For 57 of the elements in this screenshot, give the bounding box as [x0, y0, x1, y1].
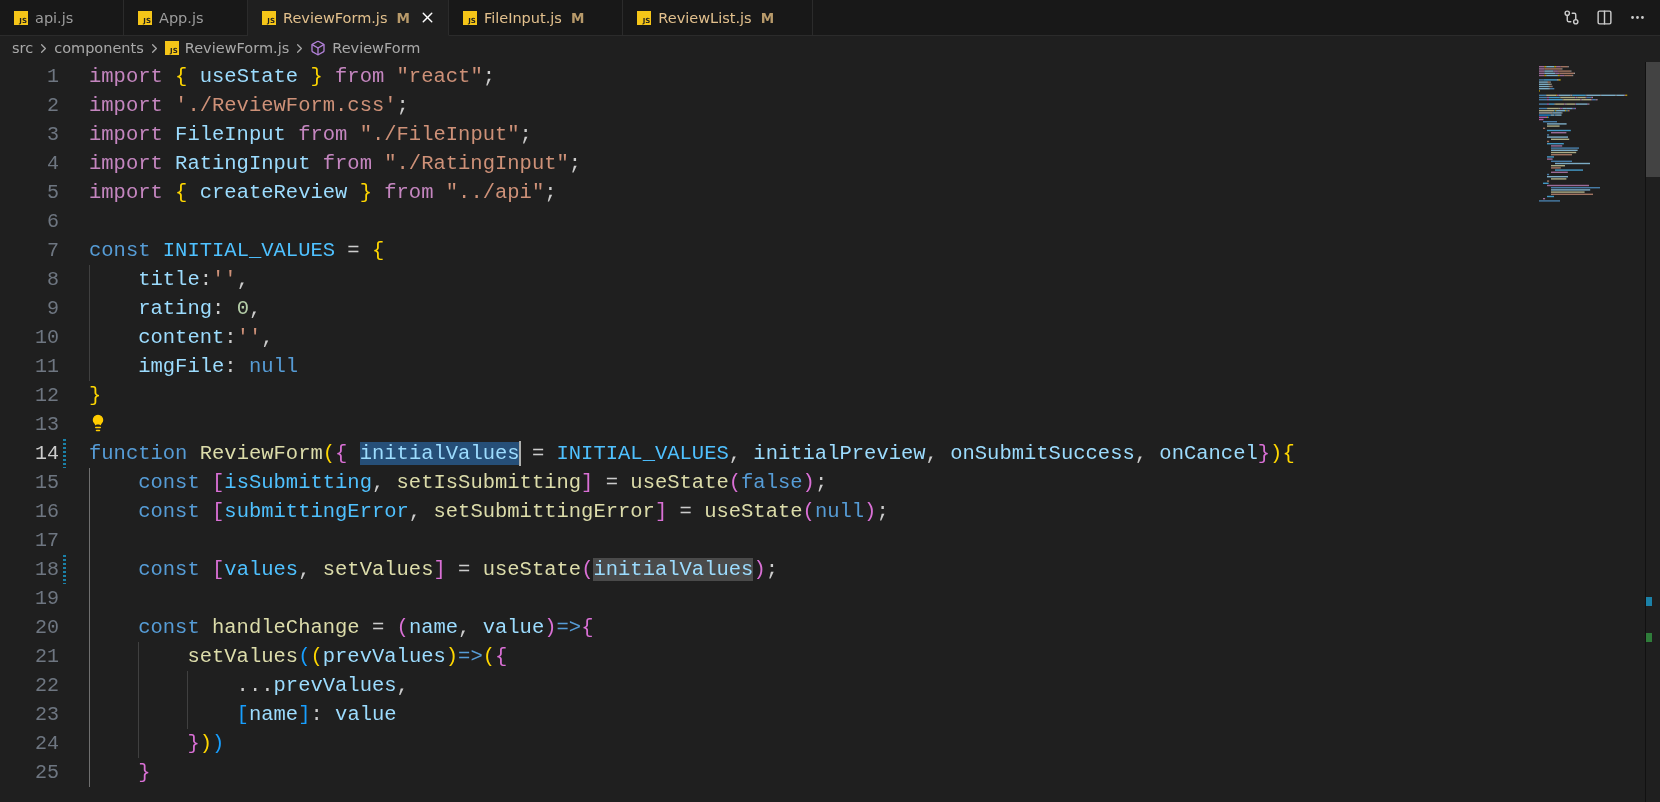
- line-number: 3: [46, 122, 59, 148]
- code-line: }: [89, 384, 102, 407]
- code-line: import { useState } from "react";: [89, 65, 495, 88]
- code-line: const INITIAL_VALUES = {: [89, 239, 385, 262]
- code-line: imgFile: null: [137, 355, 299, 378]
- line-number: 25: [34, 760, 59, 786]
- code-line: import './ReviewForm.css';: [89, 94, 409, 117]
- line-number: 18: [34, 557, 59, 583]
- line-number: 23: [34, 702, 59, 728]
- line-number: 11: [34, 354, 59, 380]
- line-number: 17: [34, 528, 59, 554]
- line-number: 20: [34, 615, 59, 641]
- code-line: [name]: value: [235, 703, 397, 726]
- code-line: import RatingInput from "./RatingInput";: [89, 152, 582, 175]
- line-number: 13: [34, 412, 59, 438]
- cube-icon: [310, 40, 327, 56]
- line-number: 10: [34, 325, 59, 351]
- line-number: 4: [46, 151, 59, 177]
- code-line: const [values, setValues] = useState(initialValues);: [137, 558, 778, 581]
- line-number: 14: [34, 441, 59, 467]
- line-number: 9: [46, 296, 59, 322]
- code-line: const handleChange = (name, value)=>{: [137, 616, 594, 639]
- breadcrumb-item[interactable]: ReviewForm.js: [184, 40, 290, 56]
- line-number: 2: [46, 93, 59, 119]
- line-number: 21: [34, 644, 59, 670]
- code-line: import FileInput from "./FileInput";: [89, 123, 532, 146]
- breadcrumb-item[interactable]: components: [54, 40, 144, 56]
- vertical-scrollbar[interactable]: [1645, 62, 1660, 802]
- line-number: 19: [34, 586, 59, 612]
- line-number: 5: [46, 180, 59, 206]
- line-number: 15: [34, 470, 59, 496]
- breadcrumb-item[interactable]: ReviewForm: [332, 40, 421, 56]
- code-line: setValues((prevValues)=>({: [186, 645, 508, 668]
- compare-changes-icon[interactable]: [1563, 9, 1580, 26]
- code-line: })): [186, 732, 225, 755]
- code-line: ...prevValues,: [235, 674, 409, 697]
- code-line: }: [137, 761, 151, 784]
- split-editor-icon[interactable]: [1596, 9, 1613, 26]
- code-line: function ReviewForm({ initialValues = INITIAL_VALUES, initialPreview, onSubmitSuccess, onCancel}){: [89, 442, 1295, 465]
- code-line: rating: 0,: [137, 297, 262, 320]
- line-number: 8: [46, 267, 59, 293]
- line-number: 12: [34, 383, 59, 409]
- line-number: 24: [34, 731, 59, 757]
- modified-label: M: [760, 9, 775, 26]
- breadcrumb-item[interactable]: src: [12, 40, 34, 56]
- line-number: 7: [46, 238, 59, 264]
- line-number: 6: [46, 209, 59, 235]
- modified-label: M: [396, 9, 410, 26]
- code-line: title:'',: [137, 268, 249, 291]
- code-line: const [isSubmitting, setIsSubmitting] = useState(false);: [137, 471, 828, 494]
- code-line: import { createReview } from "../api";: [89, 181, 557, 204]
- line-number: 1: [46, 64, 59, 90]
- code-line: const [submittingError, setSubmittingError] = useState(null);: [137, 500, 889, 523]
- line-number: 22: [34, 673, 59, 699]
- code-line: content:'',: [137, 326, 274, 349]
- line-number: 16: [34, 499, 59, 525]
- modified-label: M: [570, 9, 585, 26]
